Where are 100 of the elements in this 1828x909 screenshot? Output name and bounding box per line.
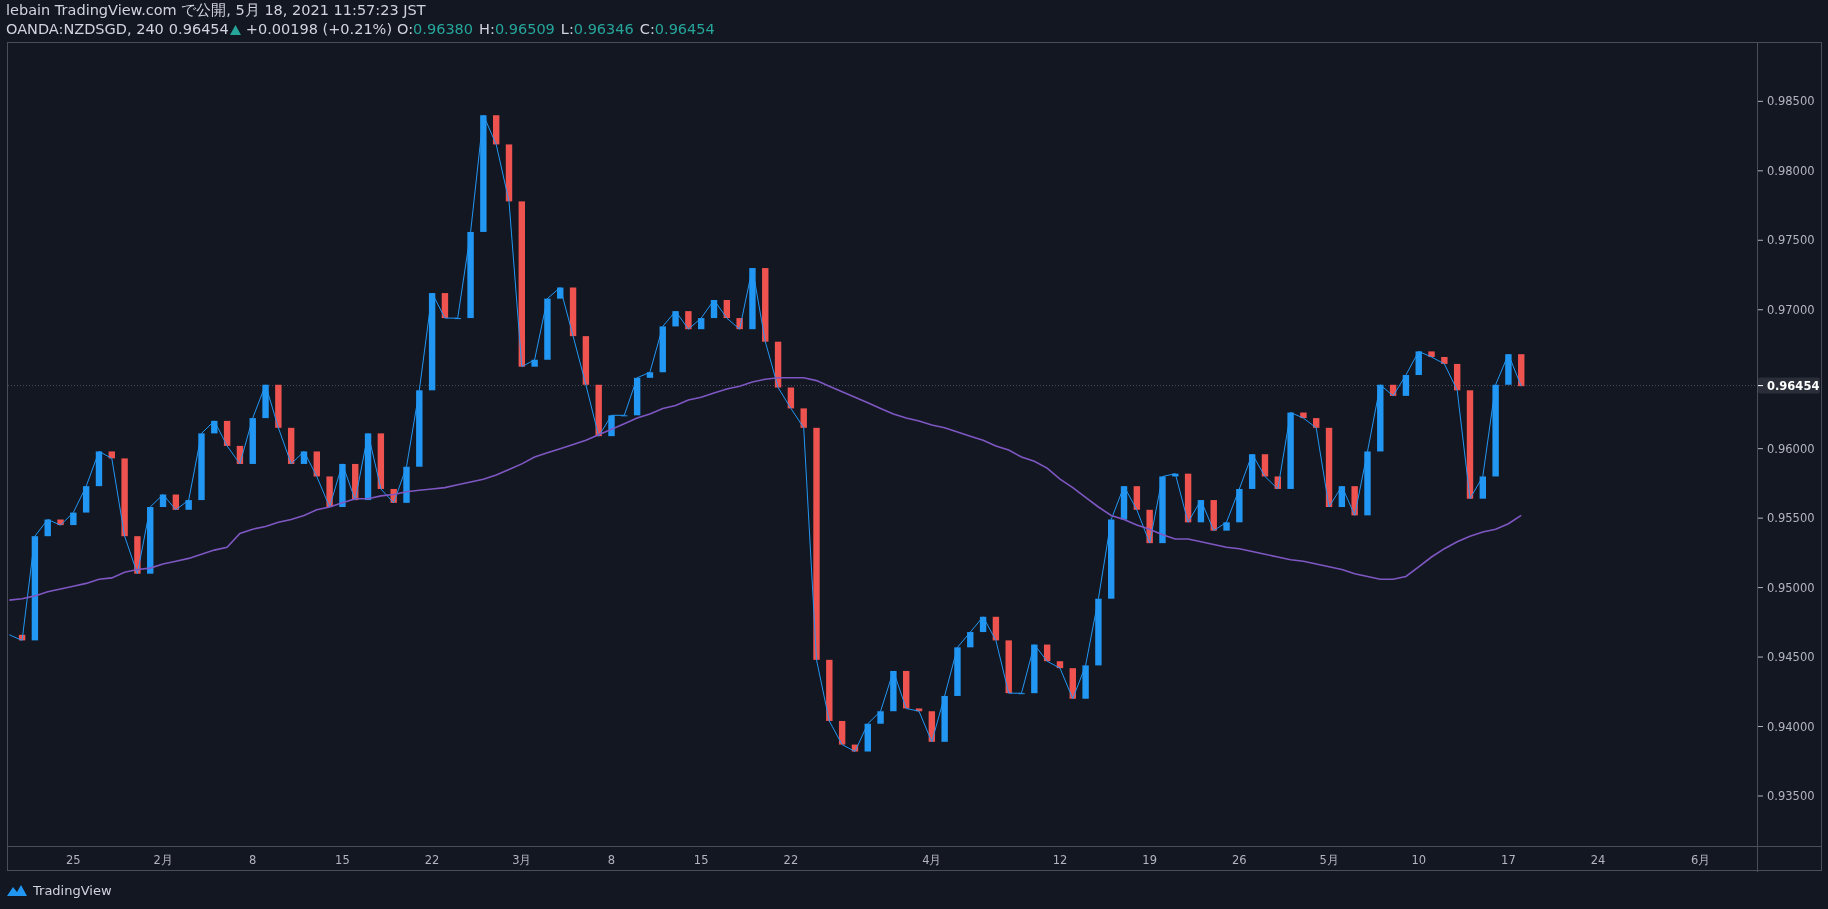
candle [1043,644,1051,662]
candle [147,507,154,574]
price-tick: 0.95500 [1767,511,1815,526]
price-tick: 0.96000 [1767,441,1815,456]
candle [326,476,333,507]
candle [1313,418,1320,428]
candle [1159,476,1166,544]
date-tick: 8 [607,853,616,867]
date-tick: 8 [249,853,257,867]
candle [1236,488,1243,523]
candle [1415,351,1422,376]
ohlc-label: L: [560,20,574,39]
candle [505,144,513,202]
date-tick: 4月 [922,853,942,867]
candle [108,451,115,459]
last-price: 0.96454 [168,20,229,39]
ohlc-label: C: [639,20,655,39]
date-tick: 15 [693,853,709,867]
candle [313,451,320,477]
date-tick: 26 [1232,853,1247,867]
candle [877,711,884,724]
price-change: +0.00198 (+0.21%) [245,20,393,39]
candle [95,451,103,487]
candle [992,616,1000,641]
date-tick: 2月 [153,853,173,867]
date-tick: 3月 [512,853,532,867]
ohlc-value: 0.96454 [654,20,715,39]
date-tick: 10 [1411,853,1427,867]
date-tick: 22 [783,853,799,867]
candle [390,488,397,503]
candle [1172,473,1179,477]
candle [352,463,359,501]
candle [736,318,743,330]
candle [1441,357,1448,364]
price-tick: 0.94500 [1767,650,1815,665]
brand-name: TradingView [33,882,112,898]
candle [1377,384,1384,452]
ohlc-value: 0.96509 [494,20,555,39]
candle [198,433,205,501]
candle [287,427,295,464]
candle [967,632,974,648]
price-tick: 0.98000 [1767,163,1815,178]
last-price-label: 0.96454 [1758,377,1820,394]
price-tick: 0.94000 [1767,719,1815,734]
date-tick: 25 [66,853,81,867]
candle [646,372,654,378]
candle [544,298,551,360]
candle [1274,476,1281,489]
candle [18,634,26,641]
candle [1351,486,1358,516]
date-tick: 19 [1142,853,1157,867]
candle [800,408,807,428]
candle [685,311,692,330]
candle [364,433,372,501]
price-tick: 0.93500 [1767,789,1815,803]
candle [774,341,782,388]
candle [1210,500,1217,531]
ohlc-value: 0.96346 [573,20,634,39]
candle [1133,486,1141,510]
cloud-logo-icon [6,883,28,897]
candle [826,659,833,721]
candle [1120,486,1128,520]
candle [787,387,795,409]
candle [595,384,602,437]
price-tick: 0.98500 [1767,94,1815,109]
candle [223,420,231,446]
candle [211,420,218,434]
candle [633,377,641,416]
candle [300,451,308,464]
date-tick: 5月 [1319,853,1339,867]
date-tick: 12 [1052,853,1068,867]
candle [1056,661,1064,669]
candle [441,293,449,319]
candle [582,336,590,385]
candle [249,418,256,464]
candle [1505,354,1512,385]
candle [1338,486,1346,507]
candle [275,384,282,428]
candle [1223,522,1230,531]
date-tick: 15 [335,853,350,867]
candle [185,500,192,510]
candle [1005,640,1012,694]
candle [979,616,987,633]
candle [70,512,77,526]
candle [749,268,756,330]
candle [569,287,577,337]
date-tick: 6月 [1690,853,1711,867]
candle [1031,644,1038,694]
ohlc-label: H: [479,20,495,39]
candle [172,494,180,510]
symbol-label: OANDA:NZDSGD, 240 [6,20,164,39]
date-tick: 24 [1590,853,1606,867]
candle [377,433,385,489]
candle [890,670,897,712]
candle [903,670,910,709]
ohlc-label: O: [397,20,414,39]
candle [1197,500,1205,523]
candle [1364,451,1371,516]
candle [134,536,141,574]
candle [710,300,718,319]
